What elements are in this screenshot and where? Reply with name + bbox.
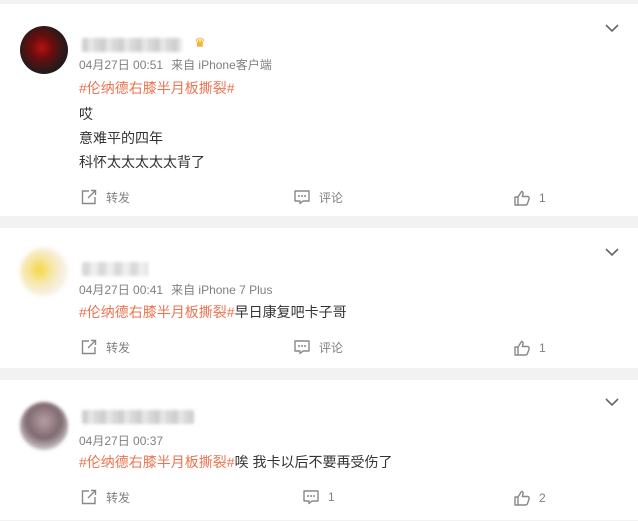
crown-icon: ♛: [194, 36, 206, 51]
comment-meta: 04月27日 00:41 来自 iPhone 7 Plus: [79, 281, 272, 298]
comment-time: 04月27日 00:51: [79, 58, 164, 72]
like-count: 2: [539, 491, 546, 505]
chevron-down-icon[interactable]: [604, 394, 620, 410]
topic-link[interactable]: #伦纳德右膝半月板撕裂#: [79, 454, 235, 470]
topic-link[interactable]: #伦纳德右膝半月板撕裂#: [79, 80, 235, 96]
repost-button[interactable]: 转发: [80, 487, 130, 507]
comment-icon: [302, 488, 320, 506]
repost-label: 转发: [106, 340, 131, 355]
comment-source: 来自 iPhone客户端: [171, 58, 272, 72]
like-button[interactable]: 1: [513, 338, 546, 358]
repost-label: 转发: [106, 490, 131, 505]
comment-line: 科怀太太太太太背了: [79, 152, 205, 172]
username-blurred[interactable]: [82, 262, 148, 276]
comment-button[interactable]: 评论: [293, 337, 343, 357]
comment-meta: 04月27日 00:37: [79, 432, 163, 449]
thumbs-up-icon: [513, 489, 531, 507]
avatar[interactable]: [20, 248, 68, 296]
comment-card: ♛ 04月27日 00:51 来自 iPhone客户端 #伦纳德右膝半月板撕裂# …: [0, 4, 638, 216]
comment-card: 04月27日 00:41 来自 iPhone 7 Plus #伦纳德右膝半月板撕裂…: [0, 228, 638, 368]
comment-meta: 04月27日 00:51 来自 iPhone客户端: [79, 56, 272, 73]
comment-icon: [293, 338, 311, 356]
comment-line: #伦纳德右膝半月板撕裂#早日康复吧卡子哥: [79, 302, 347, 322]
repost-button[interactable]: 转发: [80, 337, 130, 357]
share-icon: [80, 488, 98, 506]
comment-line: #伦纳德右膝半月板撕裂#唉 我卡以后不要再受伤了: [79, 452, 392, 472]
comment-text: 哎: [79, 106, 93, 122]
chevron-down-icon[interactable]: [604, 244, 620, 260]
comment-icon: [293, 188, 311, 206]
comment-line: #伦纳德右膝半月板撕裂#: [79, 78, 235, 98]
like-button[interactable]: 2: [513, 488, 546, 508]
repost-label: 转发: [106, 190, 131, 205]
comment-card: 04月27日 00:37 #伦纳德右膝半月板撕裂#唉 我卡以后不要再受伤了 转发…: [0, 380, 638, 520]
repost-button[interactable]: 转发: [80, 187, 130, 207]
topic-link[interactable]: #伦纳德右膝半月板撕裂#: [79, 304, 235, 320]
thumbs-up-icon: [513, 189, 531, 207]
comment-line: 意难平的四年: [79, 128, 163, 148]
like-count: 1: [539, 191, 546, 205]
comment-text: 早日康复吧卡子哥: [234, 304, 347, 320]
comment-line: 哎: [79, 104, 93, 124]
comment-source: 来自 iPhone 7 Plus: [171, 283, 273, 297]
comment-label: 评论: [319, 190, 344, 205]
comment-time: 04月27日 00:37: [79, 434, 164, 448]
thumbs-up-icon: [513, 339, 531, 357]
comment-text: 唉 我卡以后不要再受伤了: [234, 454, 393, 470]
comment-time: 04月27日 00:41: [79, 283, 164, 297]
avatar[interactable]: [20, 402, 68, 450]
comment-button[interactable]: 评论: [293, 187, 343, 207]
comment-feed: ♛ 04月27日 00:51 来自 iPhone客户端 #伦纳德右膝半月板撕裂# …: [0, 0, 638, 521]
comment-text: 科怀太太太太太背了: [79, 154, 205, 170]
avatar[interactable]: [20, 26, 68, 74]
comment-text: 意难平的四年: [79, 130, 163, 146]
comment-button[interactable]: 1: [302, 487, 335, 507]
share-icon: [80, 338, 98, 356]
comment-count: 1: [328, 490, 335, 504]
comment-label: 评论: [319, 340, 344, 355]
share-icon: [80, 188, 98, 206]
chevron-down-icon[interactable]: [604, 20, 620, 36]
like-count: 1: [539, 341, 546, 355]
username-blurred[interactable]: [82, 38, 182, 52]
username-blurred[interactable]: [82, 410, 194, 424]
like-button[interactable]: 1: [513, 188, 546, 208]
